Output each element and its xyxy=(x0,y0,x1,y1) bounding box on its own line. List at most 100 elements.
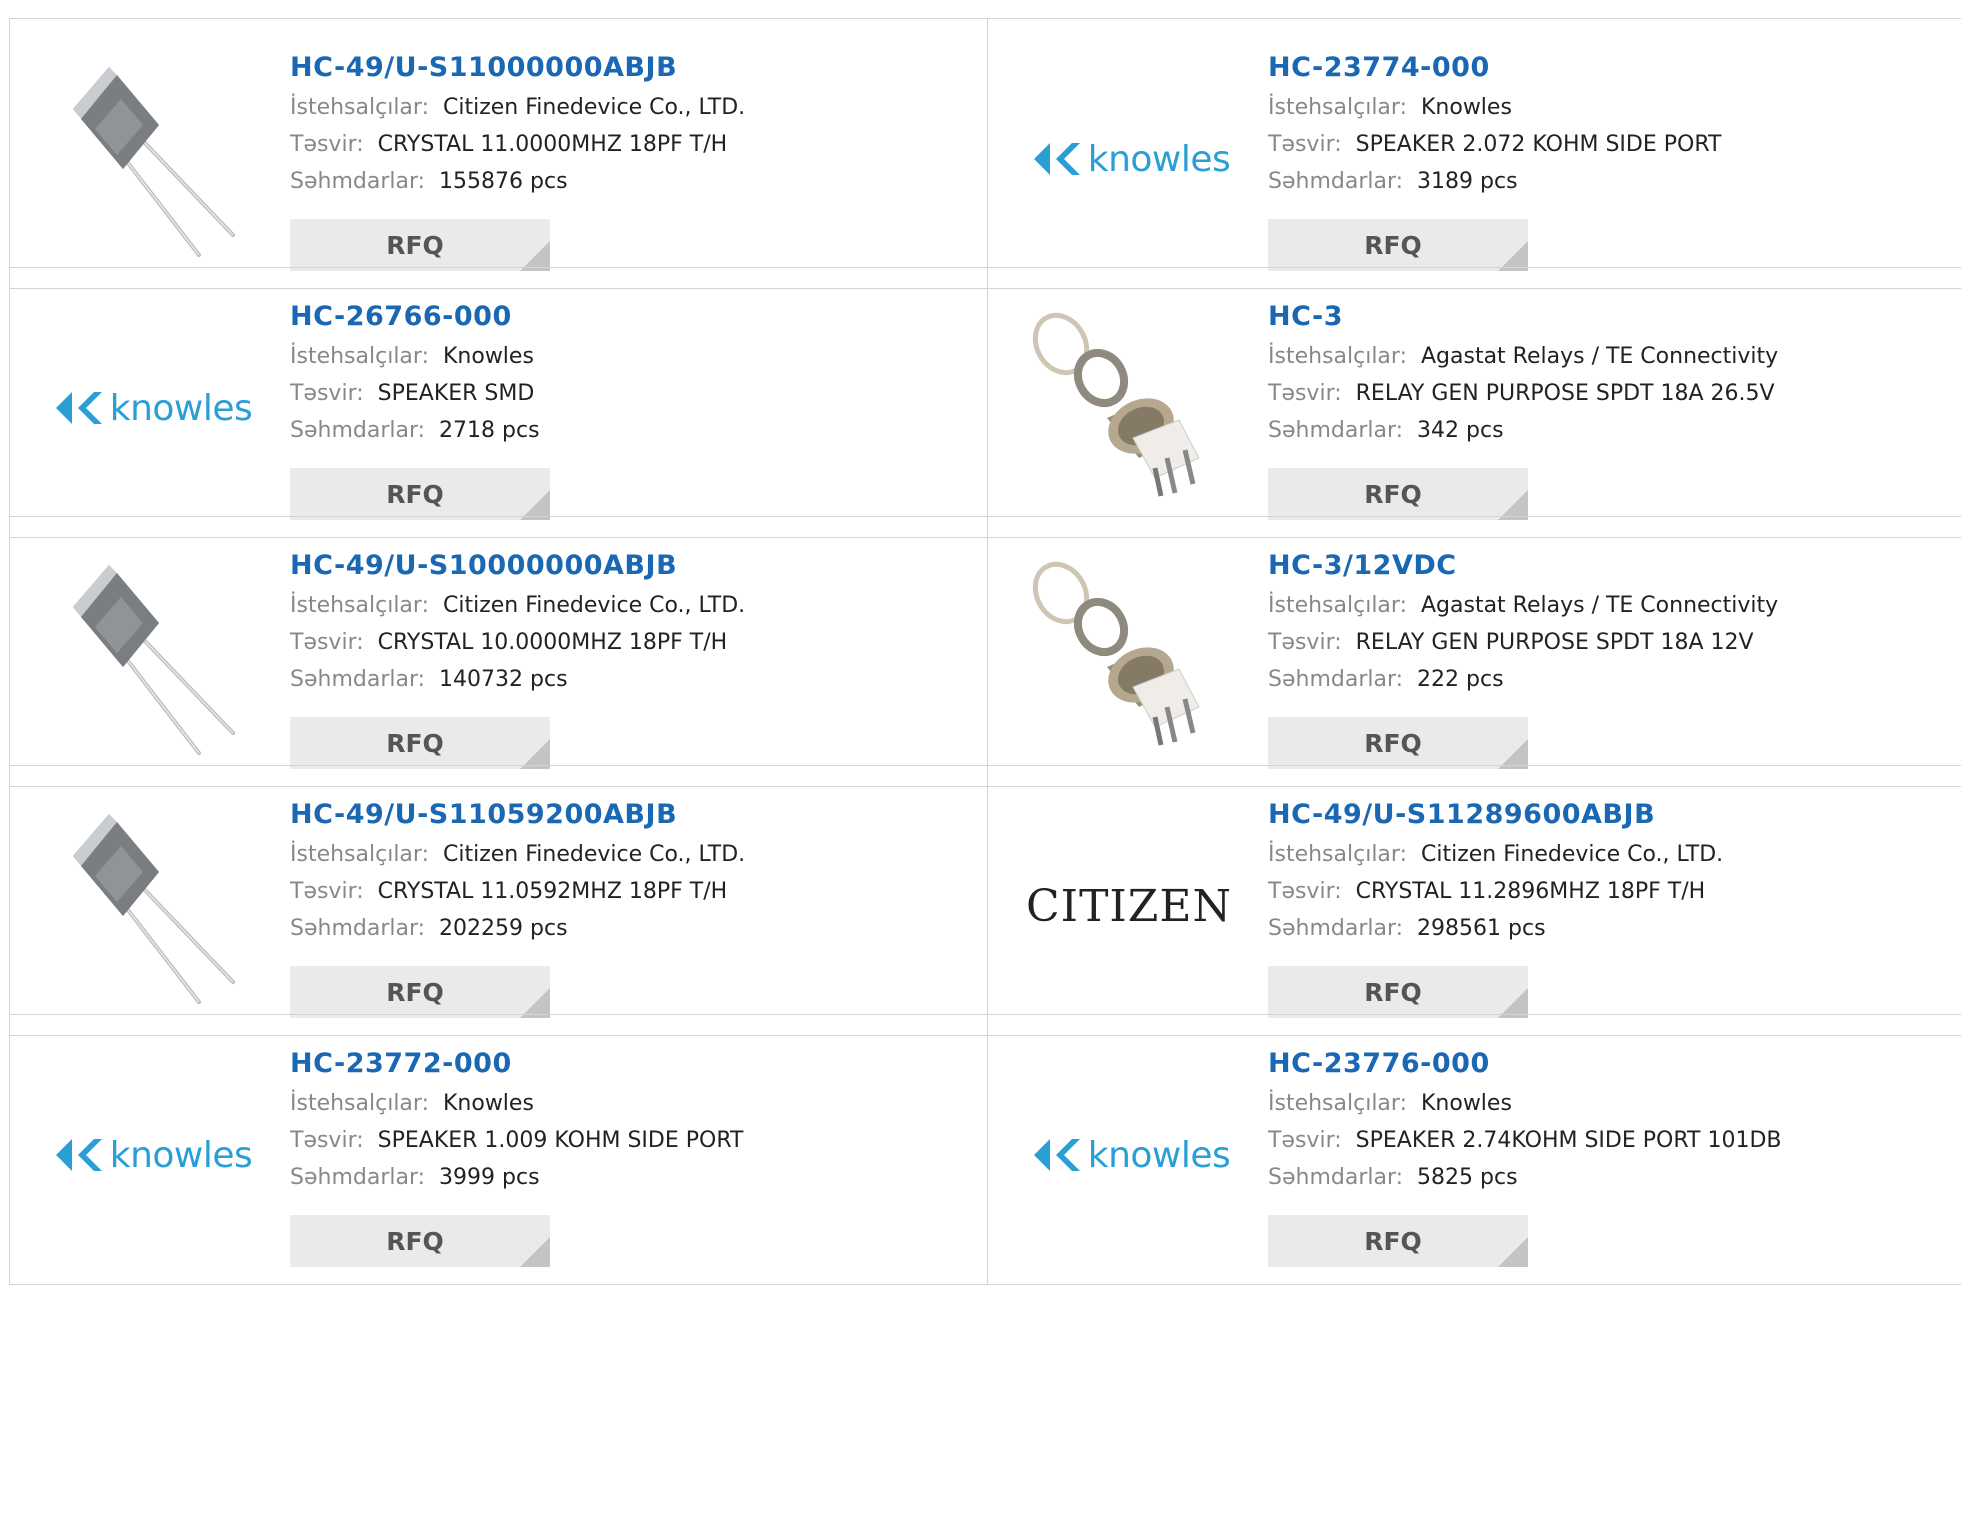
product-row: knowles HC-26766-000 İstehsalçılar: Knowles… xyxy=(9,267,1961,538)
product-thumbnail[interactable] xyxy=(1029,308,1229,508)
product-info: HC-3/12VDC İstehsalçılar: Agastat Relays /… xyxy=(1268,545,1954,698)
description-label: Təsvir: xyxy=(1268,381,1342,406)
product-info: HC-26766-000 İstehsalçılar: Knowles Təsvir:… xyxy=(290,296,977,449)
product-thumbnail[interactable] xyxy=(51,59,251,259)
description-line: Təsvir: CRYSTAL 11.2896MHZ 18PF T/H xyxy=(1268,873,1954,910)
description-value: CRYSTAL 11.0592MHZ 18PF T/H xyxy=(377,879,728,904)
product-row: HC-49/U-S10000000ABJB İstehsalçılar: Citiz… xyxy=(9,516,1961,787)
product-row: HC-49/U-S11059200ABJB İstehsalçılar: Citiz… xyxy=(9,765,1961,1036)
product-row: HC-49/U-S11000000ABJB İstehsalçılar: Citiz… xyxy=(9,18,1961,289)
product-card: knowles HC-26766-000 İstehsalçılar: Knowles… xyxy=(10,268,987,537)
stock-value: 298561 pcs xyxy=(1417,916,1546,941)
stock-line: Səhmdarlar: 3189 pcs xyxy=(1268,163,1954,200)
stock-value: 3999 pcs xyxy=(439,1165,540,1190)
manufacturer-line: İstehsalçılar: Agastat Relays / TE Connec… xyxy=(1268,338,1954,375)
description-label: Təsvir: xyxy=(290,630,364,655)
description-value: SPEAKER 2.74KOHM SIDE PORT 101DB xyxy=(1355,1128,1782,1153)
crystal-image xyxy=(73,565,235,755)
knowles-logo: knowles xyxy=(50,388,253,429)
citizen-logo: CITIZEN xyxy=(1026,880,1232,932)
description-label: Təsvir: xyxy=(290,879,364,904)
rfq-button[interactable]: RFQ xyxy=(1268,219,1528,271)
manufacturer-label: İstehsalçılar: xyxy=(290,95,429,120)
stock-label: Səhmdarlar: xyxy=(290,1165,426,1190)
product-info: HC-49/U-S11000000ABJB İstehsalçılar: Citiz… xyxy=(290,47,977,200)
product-thumbnail[interactable] xyxy=(51,557,251,757)
product-card: HC-3 İstehsalçılar: Agastat Relays / TE Co… xyxy=(987,268,1961,537)
crystal-image xyxy=(73,67,235,257)
product-row: knowles HC-23772-000 İstehsalçılar: Knowles… xyxy=(9,1014,1961,1285)
part-number-link[interactable]: HC-49/U-S11000000ABJB xyxy=(290,47,977,89)
product-thumbnail[interactable]: CITIZEN xyxy=(1026,806,1232,1006)
product-thumbnail[interactable]: knowles xyxy=(51,1055,253,1255)
manufacturer-line: İstehsalçılar: Knowles xyxy=(290,338,977,375)
description-value: RELAY GEN PURPOSE SPDT 18A 12V xyxy=(1355,630,1754,655)
part-number-link[interactable]: HC-26766-000 xyxy=(290,296,977,338)
part-number-link[interactable]: HC-23776-000 xyxy=(1268,1043,1954,1085)
description-line: Təsvir: CRYSTAL 11.0000MHZ 18PF T/H xyxy=(290,126,977,163)
stock-line: Səhmdarlar: 155876 pcs xyxy=(290,163,977,200)
part-number-link[interactable]: HC-3 xyxy=(1268,296,1954,338)
manufacturer-value: Agastat Relays / TE Connectivity xyxy=(1420,593,1779,618)
product-info: HC-23776-000 İstehsalçılar: Knowles Təsvir:… xyxy=(1268,1043,1954,1196)
rfq-label: RFQ xyxy=(386,1226,444,1256)
knowles-logo: knowles xyxy=(1028,139,1231,180)
manufacturer-label: İstehsalçılar: xyxy=(290,1091,429,1116)
relay-image xyxy=(1032,561,1200,746)
rfq-button[interactable]: RFQ xyxy=(290,966,550,1018)
product-thumbnail[interactable] xyxy=(51,806,251,1006)
product-thumbnail[interactable]: knowles xyxy=(1028,59,1231,259)
description-line: Təsvir: SPEAKER SMD xyxy=(290,375,977,412)
logo-text: knowles xyxy=(109,387,253,429)
stock-value: 342 pcs xyxy=(1417,418,1504,443)
crystal-image xyxy=(73,814,235,1004)
manufacturer-value: Citizen Finedevice Co., LTD. xyxy=(442,842,746,867)
product-thumbnail[interactable]: knowles xyxy=(1029,1055,1231,1255)
rfq-button[interactable]: RFQ xyxy=(290,717,550,769)
manufacturer-line: İstehsalçılar: Knowles xyxy=(290,1085,977,1122)
rfq-button[interactable]: RFQ xyxy=(290,468,550,520)
description-line: Təsvir: SPEAKER 2.74KOHM SIDE PORT 101DB xyxy=(1268,1122,1954,1159)
stock-label: Səhmdarlar: xyxy=(1268,1165,1404,1190)
rfq-button[interactable]: RFQ xyxy=(290,219,550,271)
product-card: knowles HC-23776-000 İstehsalçılar: Knowles… xyxy=(987,1015,1961,1284)
manufacturer-label: İstehsalçılar: xyxy=(1268,344,1407,369)
stock-label: Səhmdarlar: xyxy=(1268,418,1404,443)
stock-line: Səhmdarlar: 140732 pcs xyxy=(290,661,977,698)
rfq-label: RFQ xyxy=(386,728,444,758)
rfq-label: RFQ xyxy=(1364,1226,1422,1256)
stock-label: Səhmdarlar: xyxy=(1268,667,1404,692)
rfq-button[interactable]: RFQ xyxy=(1268,717,1528,769)
description-line: Təsvir: RELAY GEN PURPOSE SPDT 18A 12V xyxy=(1268,624,1954,661)
part-number-link[interactable]: HC-49/U-S11059200ABJB xyxy=(290,794,977,836)
corner-triangle-icon xyxy=(520,1237,550,1267)
description-label: Təsvir: xyxy=(290,381,364,406)
stock-line: Səhmdarlar: 298561 pcs xyxy=(1268,910,1954,947)
stock-line: Səhmdarlar: 202259 pcs xyxy=(290,910,977,947)
manufacturer-value: Citizen Finedevice Co., LTD. xyxy=(442,593,746,618)
product-card: knowles HC-23772-000 İstehsalçılar: Knowles… xyxy=(10,1015,987,1284)
part-number-link[interactable]: HC-23774-000 xyxy=(1268,47,1954,89)
product-thumbnail[interactable] xyxy=(1029,557,1229,757)
description-line: Təsvir: SPEAKER 2.072 KOHM SIDE PORT xyxy=(1268,126,1954,163)
rfq-button[interactable]: RFQ xyxy=(1268,468,1528,520)
manufacturer-line: İstehsalçılar: Agastat Relays / TE Connec… xyxy=(1268,587,1954,624)
product-info: HC-49/U-S11059200ABJB İstehsalçılar: Citiz… xyxy=(290,794,977,947)
rfq-button[interactable]: RFQ xyxy=(290,1215,550,1267)
description-label: Təsvir: xyxy=(1268,132,1342,157)
product-info: HC-23772-000 İstehsalçılar: Knowles Təsvir:… xyxy=(290,1043,977,1196)
stock-value: 5825 pcs xyxy=(1417,1165,1518,1190)
product-thumbnail[interactable]: knowles xyxy=(50,308,253,508)
part-number-link[interactable]: HC-49/U-S10000000ABJB xyxy=(290,545,977,587)
stock-label: Səhmdarlar: xyxy=(1268,169,1404,194)
rfq-button[interactable]: RFQ xyxy=(1268,966,1528,1018)
description-value: CRYSTAL 11.0000MHZ 18PF T/H xyxy=(377,132,728,157)
part-number-link[interactable]: HC-49/U-S11289600ABJB xyxy=(1268,794,1954,836)
stock-label: Səhmdarlar: xyxy=(290,169,426,194)
rfq-label: RFQ xyxy=(386,977,444,1007)
part-number-link[interactable]: HC-23772-000 xyxy=(290,1043,977,1085)
rfq-button[interactable]: RFQ xyxy=(1268,1215,1528,1267)
knowles-chevron-icon xyxy=(1033,143,1080,175)
manufacturer-value: Agastat Relays / TE Connectivity xyxy=(1420,344,1779,369)
part-number-link[interactable]: HC-3/12VDC xyxy=(1268,545,1954,587)
